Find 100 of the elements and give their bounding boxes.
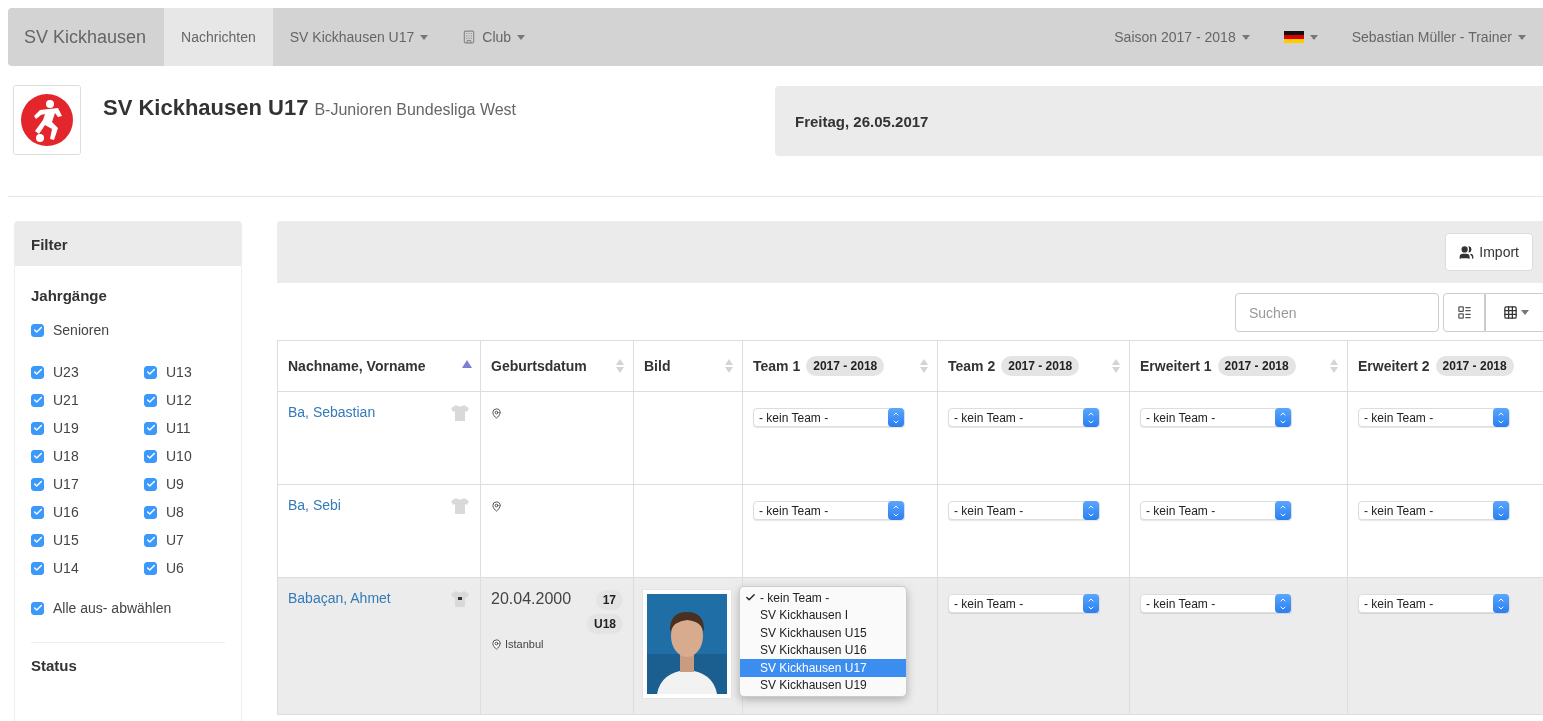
- nav-dropdown[interactable]: Saison 2017 - 2018: [1097, 8, 1267, 66]
- columns-button[interactable]: [1485, 293, 1543, 332]
- dropdown-option[interactable]: SV Kickhausen U19: [740, 676, 906, 694]
- age-checkbox[interactable]: U8: [144, 498, 224, 526]
- location-icon: [491, 638, 502, 650]
- age-checkbox[interactable]: U11: [144, 414, 224, 442]
- dropdown-option[interactable]: SV Kickhausen U15: [740, 624, 906, 642]
- building-icon: [462, 30, 477, 44]
- team-select[interactable]: - kein Team -: [1358, 501, 1510, 520]
- import-button[interactable]: Import: [1445, 233, 1533, 271]
- section-title: Jahrgänge: [31, 287, 108, 304]
- dropdown-option[interactable]: SV Kickhausen I: [740, 606, 906, 624]
- users-icon: [1459, 244, 1475, 260]
- stepper-icon: [1083, 594, 1099, 613]
- age-checkbox[interactable]: U14: [31, 554, 144, 582]
- column-header[interactable]: Team 1 2017 - 2018: [742, 340, 938, 392]
- column-header[interactable]: Team 2 2017 - 2018: [937, 340, 1130, 392]
- dropdown-option[interactable]: - kein Team -: [740, 589, 906, 607]
- team-select[interactable]: - kein Team -: [1358, 594, 1510, 613]
- column-header[interactable]: Erweitert 2 2017 - 2018: [1347, 340, 1543, 392]
- filter-title: Filter: [31, 235, 68, 253]
- age-checkbox[interactable]: U7: [144, 526, 224, 554]
- sort-icon[interactable]: [615, 359, 625, 373]
- list-view-button[interactable]: [1443, 293, 1485, 332]
- age-checkbox[interactable]: Senioren: [31, 316, 225, 344]
- age-checkbox[interactable]: U10: [144, 442, 224, 470]
- age-checkbox[interactable]: U19: [31, 414, 144, 442]
- stepper-icon: [1275, 408, 1291, 427]
- team-select[interactable]: - kein Team -: [1140, 408, 1292, 427]
- dropdown-option[interactable]: SV Kickhausen U16: [740, 641, 906, 659]
- check-icon: [145, 367, 156, 377]
- stepper-icon: [1275, 594, 1291, 613]
- team-select[interactable]: - kein Team -: [1358, 408, 1510, 427]
- team-select[interactable]: - kein Team -: [948, 594, 1100, 613]
- nav-dropdown[interactable]: SV Kickhausen U17: [272, 8, 446, 66]
- check-icon: [145, 479, 156, 489]
- team-select[interactable]: - kein Team -: [753, 408, 905, 427]
- nav-link[interactable]: Nachrichten: [164, 8, 273, 66]
- check-icon: [32, 563, 43, 573]
- check-icon: [32, 535, 43, 545]
- age-checkbox[interactable]: U12: [144, 386, 224, 414]
- caret-icon: [1241, 34, 1250, 40]
- column-header[interactable]: Geburtsdatum: [480, 340, 634, 392]
- team-select[interactable]: - kein Team -: [753, 501, 905, 520]
- stepper-icon: [1275, 501, 1291, 520]
- check-icon: [145, 535, 156, 545]
- nav-dropdown[interactable]: Club: [445, 8, 543, 66]
- check-icon: [145, 507, 156, 517]
- stepper-icon: [888, 408, 904, 427]
- team-select[interactable]: - kein Team -: [948, 408, 1100, 427]
- list-view-icon: [1456, 305, 1472, 320]
- column-header[interactable]: Bild: [633, 340, 743, 392]
- player-link[interactable]: Ba, Sebastian: [288, 404, 376, 420]
- nav-dropdown[interactable]: Sebastian Müller - Trainer: [1334, 8, 1543, 66]
- check-icon: [32, 423, 43, 433]
- column-header[interactable]: Nachname, Vorname: [277, 340, 481, 392]
- location-icon: [491, 501, 502, 512]
- flag-icon: [1283, 31, 1304, 43]
- age-checkbox[interactable]: U23: [31, 358, 144, 386]
- stepper-icon: [1083, 408, 1099, 427]
- date-text: Freitag, 26.05.2017: [795, 112, 929, 130]
- search-field[interactable]: Suchen: [1235, 293, 1439, 332]
- check-icon: [145, 395, 156, 405]
- sort-icon[interactable]: [919, 359, 929, 373]
- age-checkbox[interactable]: U17: [31, 470, 144, 498]
- sort-icon[interactable]: [1329, 359, 1339, 373]
- caret-icon: [517, 34, 526, 40]
- age-checkbox[interactable]: U18: [31, 442, 144, 470]
- player-link[interactable]: Babaçan, Ahmet: [288, 590, 391, 606]
- league-name: B-Junioren Bundesliga West: [314, 101, 517, 119]
- caret-icon: [1518, 34, 1526, 40]
- team-name: SV Kickhausen U17: [103, 95, 309, 121]
- table-cell: 20.04.2000 17 U18 Istanbul: [480, 577, 634, 715]
- age-checkbox[interactable]: U21: [31, 386, 144, 414]
- brand-link[interactable]: SV Kickhausen: [8, 8, 165, 66]
- section-title: Status: [31, 657, 78, 674]
- column-header[interactable]: Erweitert 1 2017 - 2018: [1129, 340, 1348, 392]
- check-icon: [32, 325, 43, 335]
- age-checkbox[interactable]: U6: [144, 554, 224, 582]
- age-checkbox[interactable]: Alle aus- abwählen: [31, 594, 225, 622]
- player-link[interactable]: Ba, Sebi: [288, 497, 341, 513]
- stepper-icon: [1493, 501, 1509, 520]
- age-checkbox[interactable]: U9: [144, 470, 224, 498]
- check-icon: [32, 451, 43, 461]
- stepper-icon: [888, 501, 904, 520]
- club-logo: [13, 85, 81, 155]
- check-icon: [32, 367, 43, 377]
- age-checkbox[interactable]: U15: [31, 526, 144, 554]
- sort-icon[interactable]: [724, 359, 734, 373]
- age-checkbox[interactable]: U16: [31, 498, 144, 526]
- team-select[interactable]: - kein Team -: [1140, 501, 1292, 520]
- sort-icon[interactable]: [1111, 359, 1121, 373]
- check-icon: [145, 423, 156, 433]
- age-checkbox[interactable]: U13: [144, 358, 224, 386]
- team-select[interactable]: - kein Team -: [1140, 594, 1292, 613]
- check-icon: [145, 563, 156, 573]
- grid-icon: [1502, 305, 1518, 320]
- stepper-icon: [1493, 408, 1509, 427]
- team-select[interactable]: - kein Team -: [948, 501, 1100, 520]
- age-badge: 17: [595, 590, 623, 610]
